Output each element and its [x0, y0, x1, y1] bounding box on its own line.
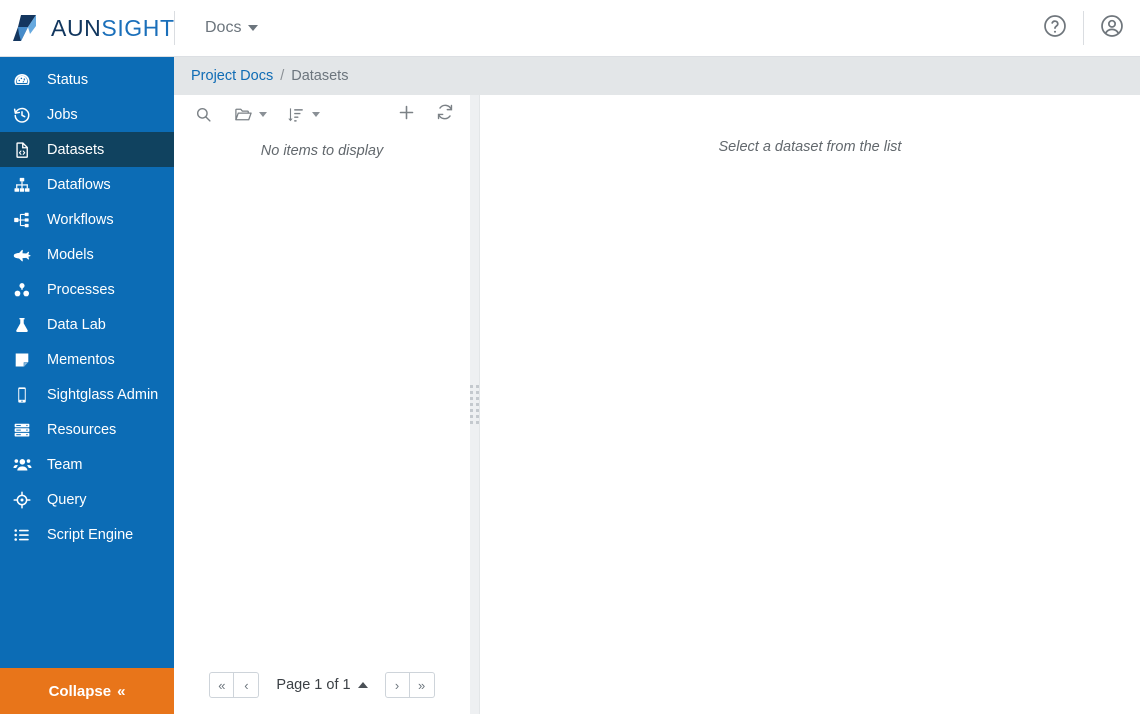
list-icon	[8, 526, 36, 544]
sidebar-item-label: Mementos	[47, 351, 115, 368]
tablet-icon	[8, 386, 36, 404]
sidebar-item-models[interactable]: Models	[0, 237, 174, 272]
pagination: « ‹ Page 1 of 1 › »	[209, 672, 435, 698]
chevron-down-icon	[312, 112, 320, 117]
help-button[interactable]	[1027, 0, 1083, 56]
sidebar-item-label: Data Lab	[47, 316, 106, 333]
caret-up-icon	[357, 682, 368, 688]
sidebar-item-query[interactable]: Query	[0, 482, 174, 517]
chevron-down-icon	[248, 25, 259, 31]
flask-icon	[8, 316, 36, 334]
sidebar-item-datasets[interactable]: Datasets	[0, 132, 174, 167]
sidebar-item-resources[interactable]: Resources	[0, 412, 174, 447]
dataset-list-body: No items to display	[174, 134, 470, 656]
sidebar-item-label: Jobs	[47, 106, 78, 123]
sitemap-icon	[8, 176, 36, 194]
folder-filter-dropdown[interactable]	[232, 100, 267, 130]
brand-text-aun: AUN	[51, 14, 102, 41]
prev-page-button[interactable]: ‹	[234, 672, 260, 698]
breadcrumb-separator: /	[280, 68, 285, 84]
drag-grip-icon	[470, 385, 479, 424]
user-circle-icon	[1099, 13, 1125, 44]
page-indicator-label: Page 1 of 1	[276, 677, 351, 693]
breadcrumb-link-project-docs[interactable]: Project Docs	[191, 68, 273, 84]
sidebar-item-workflows[interactable]: Workflows	[0, 202, 174, 237]
pagination-prev-group: « ‹	[209, 672, 260, 698]
sidebar-item-sightglass-admin[interactable]: Sightglass Admin	[0, 377, 174, 412]
collapse-sidebar-label: Collapse	[48, 682, 112, 700]
app-root: AUNSIGHT Docs Status Jobs Datasets Dataf…	[0, 0, 1140, 714]
sidebar-item-mementos[interactable]: Mementos	[0, 342, 174, 377]
empty-list-message: No items to display	[260, 143, 384, 159]
dataset-detail-panel: Select a dataset from the list	[479, 95, 1140, 714]
users-icon	[8, 455, 36, 474]
sidebar-item-label: Models	[47, 246, 94, 263]
folder-open-icon	[232, 100, 254, 130]
add-dataset-button[interactable]	[395, 100, 417, 130]
sort-amount-down-icon	[285, 100, 307, 130]
sidebar-item-processes[interactable]: Processes	[0, 272, 174, 307]
plus-icon	[397, 103, 416, 127]
pagination-bar: « ‹ Page 1 of 1 › »	[174, 656, 470, 714]
refresh-icon	[436, 103, 454, 126]
breadcrumb-current-datasets: Datasets	[291, 68, 349, 84]
cubes-icon	[8, 281, 36, 299]
docs-dropdown[interactable]: Docs	[193, 13, 270, 43]
refresh-button[interactable]	[434, 100, 456, 130]
brand-wordmark: AUNSIGHT	[51, 15, 175, 42]
sidebar-item-label: Dataflows	[47, 176, 111, 193]
sidebar-item-team[interactable]: Team	[0, 447, 174, 482]
brand-logo[interactable]: AUNSIGHT	[0, 0, 174, 56]
sidebar-nav: Status Jobs Datasets Dataflows Workflows…	[0, 57, 174, 665]
dataset-list-panel: No items to display « ‹ Page 1 of 1 › »	[174, 95, 471, 714]
sidebar-item-label: Sightglass Admin	[47, 386, 159, 403]
aunsight-logo-mark-icon	[10, 12, 42, 44]
sidebar-item-label: Datasets	[47, 141, 105, 158]
account-button[interactable]	[1084, 0, 1140, 56]
search-icon	[192, 100, 214, 130]
crosshairs-icon	[8, 490, 36, 509]
brand-text-sight: SIGHT	[101, 14, 175, 41]
sidebar-item-label: Resources	[47, 421, 117, 438]
top-header-bar: AUNSIGHT Docs	[0, 0, 1140, 57]
first-page-button[interactable]: «	[209, 672, 235, 698]
sidebar-item-label: Status	[47, 71, 89, 88]
header-divider	[174, 11, 175, 45]
panel-splitter[interactable]	[470, 95, 479, 714]
sidebar-item-label: Team	[47, 456, 83, 473]
search-button[interactable]	[192, 100, 214, 130]
sidebar-item-label: Script Engine	[47, 526, 134, 543]
dataset-list-toolbar	[174, 95, 470, 134]
file-code-icon	[8, 141, 36, 159]
last-page-button[interactable]: »	[409, 672, 435, 698]
page-indicator[interactable]: Page 1 of 1	[276, 677, 368, 693]
sticky-note-icon	[8, 351, 36, 369]
sidebar-item-jobs[interactable]: Jobs	[0, 97, 174, 132]
docs-dropdown-label: Docs	[205, 19, 242, 36]
sidebar-item-status[interactable]: Status	[0, 62, 174, 97]
history-icon	[8, 106, 36, 124]
detail-placeholder-message: Select a dataset from the list	[718, 139, 902, 155]
double-chevron-left-icon: «	[117, 682, 126, 700]
sidebar-item-label: Processes	[47, 281, 115, 298]
help-circle-icon	[1042, 13, 1068, 44]
sidebar-item-script-engine[interactable]: Script Engine	[0, 517, 174, 552]
tachometer-icon	[8, 71, 36, 89]
collapse-sidebar-button[interactable]: Collapse «	[0, 665, 174, 714]
chevron-down-icon	[259, 112, 267, 117]
project-diagram-icon	[8, 211, 36, 229]
server-icon	[8, 421, 36, 439]
sidebar-item-label: Workflows	[47, 211, 114, 228]
pagination-next-group: › »	[384, 672, 435, 698]
sidebar-item-label: Query	[47, 491, 87, 508]
breadcrumb: Project Docs / Datasets	[174, 57, 1140, 95]
sidebar: Status Jobs Datasets Dataflows Workflows…	[0, 57, 174, 714]
sort-dropdown[interactable]	[285, 100, 320, 130]
header-actions	[1027, 0, 1140, 56]
next-page-button[interactable]: ›	[384, 672, 410, 698]
jet-icon	[8, 245, 36, 264]
sidebar-item-data-lab[interactable]: Data Lab	[0, 307, 174, 342]
sidebar-item-dataflows[interactable]: Dataflows	[0, 167, 174, 202]
